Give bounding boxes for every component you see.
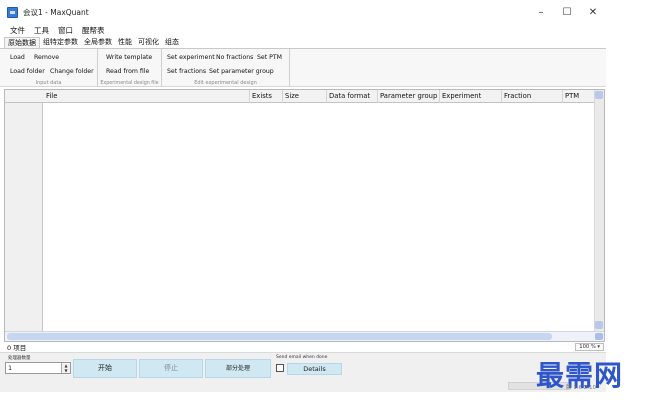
column-experiment[interactable]: Experiment bbox=[440, 90, 502, 103]
tab-raw-data[interactable]: 原始数据 bbox=[4, 37, 40, 48]
menu-tools[interactable]: 工具 bbox=[34, 25, 49, 36]
threads-value[interactable]: 1 bbox=[8, 363, 12, 373]
no-fractions-button[interactable]: No fractions bbox=[216, 54, 253, 61]
window-title: 会议1 - MaxQuant bbox=[23, 7, 89, 17]
version-label: 版 1.6.2.10 bbox=[566, 385, 596, 391]
group-experimental-design-file: Write template Read from file Experiment… bbox=[98, 49, 162, 87]
status-bar: 0 项目 100 % ▾ bbox=[0, 342, 606, 352]
partial-processing-button[interactable]: 部分处理 bbox=[205, 359, 271, 378]
zoom-dropdown[interactable]: 100 % ▾ bbox=[575, 343, 604, 351]
group-edit-experimental-design: Set experiment No fractions Set PTM Set … bbox=[162, 49, 290, 87]
window-controls: – ☐ ✕ bbox=[528, 0, 606, 24]
group-label-input-data: Input data bbox=[35, 80, 62, 86]
tab-configuration[interactable]: 组态 bbox=[162, 37, 182, 48]
tab-performance[interactable]: 性能 bbox=[115, 37, 135, 48]
change-folder-button[interactable]: Change folder bbox=[50, 68, 94, 75]
load-button[interactable]: Load bbox=[10, 54, 25, 61]
scroll-down-handle[interactable] bbox=[595, 321, 603, 329]
column-fraction[interactable]: Fraction bbox=[502, 90, 563, 103]
close-button[interactable]: ✕ bbox=[580, 0, 606, 24]
send-email-checkbox[interactable] bbox=[276, 364, 284, 372]
processing-panel: 处理器数量 1 ▲ ▼ 开始 停止 部分处理 Send email when do… bbox=[0, 352, 606, 392]
menu-file[interactable]: 文件 bbox=[10, 25, 25, 36]
menu-bar: 文件 工具 窗口 醌帮表 bbox=[0, 24, 606, 37]
column-size[interactable]: Size bbox=[283, 90, 327, 103]
column-data-format[interactable]: Data format bbox=[327, 90, 378, 103]
threads-stepper[interactable]: 1 ▲ ▼ bbox=[5, 362, 71, 374]
set-ptm-button[interactable]: Set PTM bbox=[257, 54, 282, 61]
table-header-row: File Exists Size Data format Parameter g… bbox=[5, 90, 604, 103]
column-parameter-group[interactable]: Parameter group bbox=[378, 90, 440, 103]
vertical-scrollbar[interactable] bbox=[594, 90, 604, 341]
remove-button[interactable]: Remove bbox=[34, 54, 59, 61]
set-parameter-group-button[interactable]: Set parameter group bbox=[209, 68, 274, 75]
write-template-button[interactable]: Write template bbox=[106, 54, 152, 61]
group-input-data: Load Remove Load folder Change folder In… bbox=[0, 49, 98, 87]
load-folder-button[interactable]: Load folder bbox=[10, 68, 45, 75]
threads-label: 处理器数量 bbox=[8, 356, 31, 361]
group-label-experimental-design-file: Experimental design file bbox=[100, 81, 159, 86]
horizontal-scrollbar[interactable] bbox=[5, 331, 604, 341]
row-header-column bbox=[5, 103, 43, 332]
menu-window[interactable]: 窗口 bbox=[58, 25, 73, 36]
email-label: Send email when done bbox=[276, 355, 328, 360]
tab-group-specific-parameters[interactable]: 组特定参数 bbox=[40, 37, 81, 48]
item-count: 0 项目 bbox=[7, 344, 27, 352]
set-experiment-button[interactable]: Set experiment bbox=[167, 54, 215, 61]
tab-global-parameters[interactable]: 全局参数 bbox=[81, 37, 115, 48]
tab-bar: 原始数据 组特定参数 全局参数 性能 可视化 组态 bbox=[0, 37, 606, 49]
scroll-corner bbox=[595, 333, 603, 340]
title-bar: 会议1 - MaxQuant – ☐ ✕ bbox=[0, 0, 606, 24]
stepper-arrows-icon[interactable]: ▲ ▼ bbox=[61, 363, 70, 373]
column-ptm[interactable]: PTM bbox=[563, 90, 595, 103]
read-from-file-button[interactable]: Read from file bbox=[106, 68, 149, 75]
details-button[interactable]: Details bbox=[287, 363, 342, 375]
horizontal-scroll-thumb[interactable] bbox=[7, 333, 552, 340]
tab-visualization[interactable]: 可视化 bbox=[135, 37, 162, 48]
menu-help[interactable]: 醌帮表 bbox=[82, 25, 105, 36]
column-exists[interactable]: Exists bbox=[250, 90, 283, 103]
group-label-edit-experimental-design: Edit experimental design bbox=[194, 80, 257, 86]
stop-button[interactable]: 停止 bbox=[139, 359, 203, 378]
start-button[interactable]: 开始 bbox=[73, 359, 137, 378]
ribbon: Load Remove Load folder Change folder In… bbox=[0, 49, 606, 87]
raw-files-table[interactable]: File Exists Size Data format Parameter g… bbox=[4, 89, 605, 342]
scroll-up-handle[interactable] bbox=[595, 91, 603, 99]
maxquant-window: 会议1 - MaxQuant – ☐ ✕ 文件 工具 窗口 醌帮表 原始数据 组… bbox=[0, 0, 606, 392]
column-file[interactable]: File bbox=[43, 90, 250, 103]
app-icon bbox=[7, 6, 18, 18]
set-fractions-button[interactable]: Set fractions bbox=[167, 68, 206, 75]
minimize-button[interactable]: – bbox=[528, 0, 554, 24]
maximize-button[interactable]: ☐ bbox=[554, 0, 580, 24]
